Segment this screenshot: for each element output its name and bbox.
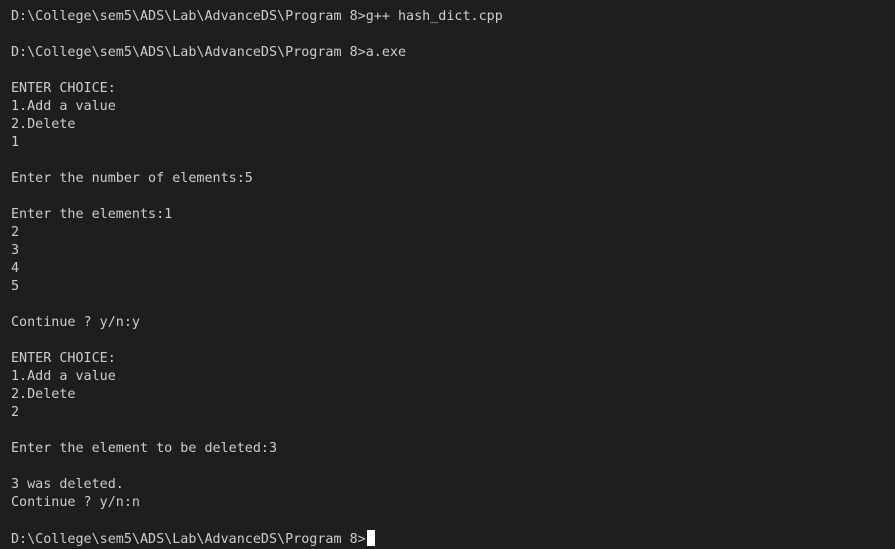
terminal-line: 5 [11,279,20,294]
terminal-line: ENTER CHOICE: [11,351,116,366]
terminal-line: 4 [11,261,20,276]
terminal-line: Continue ? y/n:y [11,315,140,330]
terminal-line: 1.Add a value [11,99,116,114]
terminal-window[interactable]: D:\College\sem5\ADS\Lab\AdvanceDS\Progra… [0,0,895,549]
terminal-line: Enter the elements:1 [11,207,173,222]
terminal-line: D:\College\sem5\ADS\Lab\AdvanceDS\Progra… [11,45,407,60]
terminal-line: 2 [11,405,20,420]
terminal-cursor[interactable] [366,530,375,546]
terminal-prompt-line[interactable]: D:\College\sem5\ADS\Lab\AdvanceDS\Progra… [11,530,895,548]
terminal-line: 3 [11,243,20,258]
terminal-line: 1 [11,135,20,150]
terminal-line: 1.Add a value [11,369,116,384]
terminal-line: ENTER CHOICE: [11,81,116,96]
terminal-line: Enter the number of elements:5 [11,171,253,186]
terminal-line: D:\College\sem5\ADS\Lab\AdvanceDS\Progra… [11,9,503,24]
terminal-line: Enter the element to be deleted:3 [11,441,278,456]
terminal-line: 2.Delete [11,387,76,402]
terminal-prompt: D:\College\sem5\ADS\Lab\AdvanceDS\Progra… [11,532,366,547]
terminal-line: 3 was deleted. [11,477,124,492]
terminal-line: 2 [11,225,20,240]
terminal-line: Continue ? y/n:n [11,495,140,510]
terminal-line: 2.Delete [11,117,76,132]
